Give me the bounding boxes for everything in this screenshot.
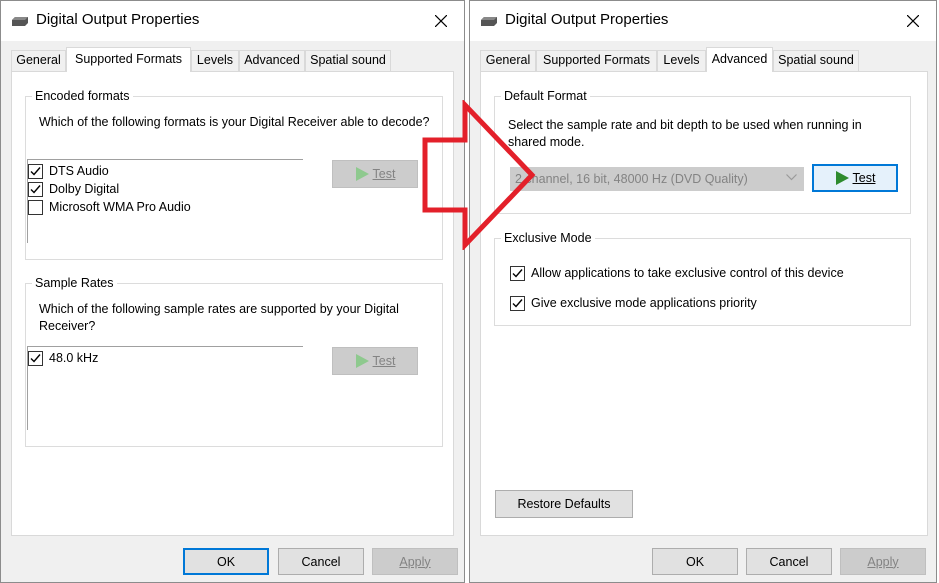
play-icon <box>355 167 369 181</box>
exclusive-priority-option[interactable]: Give exclusive mode applications priorit… <box>510 294 757 312</box>
title-bar: Digital Output Properties <box>470 1 936 41</box>
default-format-description: Select the sample rate and bit depth to … <box>508 118 862 149</box>
dolby-digital-label: Dolby Digital <box>49 182 120 196</box>
allow-exclusive-control-label: Allow applications to take exclusive con… <box>531 266 844 280</box>
checkmark-icon <box>30 184 41 194</box>
tab-panel-advanced: Default Format Select the sample rate an… <box>480 71 928 536</box>
allow-exclusive-control-option[interactable]: Allow applications to take exclusive con… <box>510 264 844 282</box>
restore-defaults-button[interactable]: Restore Defaults <box>495 490 633 518</box>
rate-48khz-checkbox[interactable] <box>28 350 43 366</box>
speaker-device-icon <box>12 17 28 26</box>
encoded-formats-group: Encoded formats Which of the following f… <box>25 89 443 260</box>
checkmark-icon <box>512 298 523 308</box>
tab-spatial-sound[interactable]: Spatial sound <box>305 50 391 71</box>
list-item[interactable]: Dolby Digital <box>28 180 119 198</box>
dts-audio-label: DTS Audio <box>49 164 109 178</box>
checkmark-icon <box>30 353 41 363</box>
ok-button[interactable]: OK <box>183 548 269 575</box>
default-format-selected-value: 2 channel, 16 bit, 48000 Hz (DVD Quality… <box>515 172 748 186</box>
ok-button[interactable]: OK <box>652 548 738 575</box>
tab-supported-formats[interactable]: Supported Formats <box>66 47 191 72</box>
tab-advanced[interactable]: Advanced <box>706 47 773 72</box>
arrow-annotation-icon <box>422 100 536 250</box>
exclusive-mode-group: Exclusive Mode Allow applications to tak… <box>494 231 911 326</box>
play-icon <box>835 171 849 185</box>
checkmark-icon <box>30 166 41 176</box>
default-format-select[interactable]: 2 channel, 16 bit, 48000 Hz (DVD Quality… <box>510 167 804 191</box>
sample-rates-test-label: Test <box>372 354 396 368</box>
encoded-test-button[interactable]: Test <box>332 160 418 188</box>
tab-levels[interactable]: Levels <box>191 50 239 71</box>
apply-button[interactable]: Apply <box>840 548 926 575</box>
speaker-device-icon <box>481 17 497 26</box>
close-button[interactable] <box>890 1 936 41</box>
sample-rates-group: Sample Rates Which of the following samp… <box>25 276 443 447</box>
left-properties-dialog: Digital Output Properties General Suppor… <box>0 0 465 583</box>
sample-rates-list[interactable]: 48.0 kHz <box>27 346 303 430</box>
cancel-button[interactable]: Cancel <box>746 548 832 575</box>
cancel-button[interactable]: Cancel <box>278 548 364 575</box>
checkmark-icon <box>512 268 523 278</box>
sample-rates-legend: Sample Rates <box>32 276 117 290</box>
apply-label: Apply <box>399 554 431 569</box>
wma-pro-label: Microsoft WMA Pro Audio <box>49 200 191 214</box>
encoded-test-label: Test <box>372 167 396 181</box>
sample-rates-description: Which of the following sample rates are … <box>39 302 399 333</box>
tab-spatial-sound[interactable]: Spatial sound <box>773 50 859 71</box>
window-title: Digital Output Properties <box>36 11 200 28</box>
default-format-test-button[interactable]: Test <box>812 164 898 192</box>
close-button[interactable] <box>418 1 464 41</box>
encoded-formats-description: Which of the following formats is your D… <box>39 115 430 129</box>
list-item[interactable]: 48.0 kHz <box>28 349 98 367</box>
tab-general[interactable]: General <box>11 50 66 71</box>
play-icon <box>355 354 369 368</box>
encoded-formats-list[interactable]: DTS Audio Dolby Digital Microsoft WMA Pr… <box>27 159 303 243</box>
window-title: Digital Output Properties <box>505 11 669 28</box>
tab-panel-supported-formats: Encoded formats Which of the following f… <box>11 71 454 536</box>
tab-general[interactable]: General <box>480 50 536 71</box>
rate-48khz-label: 48.0 kHz <box>49 351 99 365</box>
right-properties-dialog: Digital Output Properties General Suppor… <box>469 0 937 583</box>
allow-exclusive-control-checkbox[interactable] <box>510 265 525 281</box>
dolby-digital-checkbox[interactable] <box>28 181 43 197</box>
encoded-formats-legend: Encoded formats <box>32 89 133 103</box>
close-icon <box>907 15 919 27</box>
exclusive-priority-checkbox[interactable] <box>510 295 525 311</box>
exclusive-priority-label: Give exclusive mode applications priorit… <box>531 296 757 310</box>
tab-levels[interactable]: Levels <box>657 50 706 71</box>
default-format-test-label: Test <box>852 171 876 185</box>
tab-advanced[interactable]: Advanced <box>239 50 305 71</box>
dts-audio-checkbox[interactable] <box>28 163 43 179</box>
default-format-group: Default Format Select the sample rate an… <box>494 89 911 214</box>
list-item[interactable]: DTS Audio <box>28 162 109 180</box>
list-item[interactable]: Microsoft WMA Pro Audio <box>28 198 191 216</box>
apply-label: Apply <box>867 554 899 569</box>
sample-rates-test-button[interactable]: Test <box>332 347 418 375</box>
tab-supported-formats[interactable]: Supported Formats <box>536 50 657 71</box>
chevron-down-icon <box>786 174 797 181</box>
apply-button[interactable]: Apply <box>372 548 458 575</box>
close-icon <box>435 15 447 27</box>
wma-pro-checkbox[interactable] <box>28 199 43 215</box>
title-bar: Digital Output Properties <box>1 1 464 41</box>
